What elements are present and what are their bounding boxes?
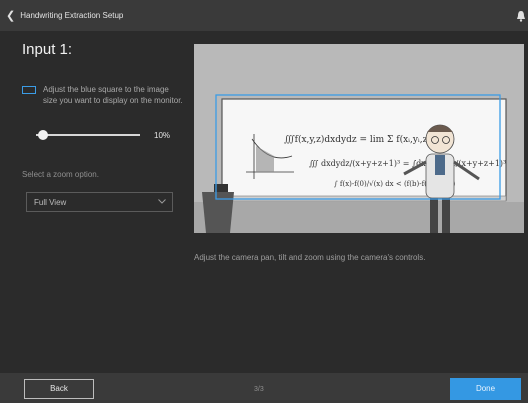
page-indicator: 3/3	[254, 386, 264, 393]
top-bar: ❮ Handwriting Extraction Setup	[0, 0, 528, 31]
back-button[interactable]: Back	[24, 379, 94, 399]
camera-instructions: Adjust the camera pan, tilt and zoom usi…	[194, 253, 426, 262]
bottom-bar: Back 3/3 Done	[0, 373, 528, 403]
zoom-label: Select a zoom option.	[22, 170, 99, 179]
classroom-illustration: ∭f(x,y,z)dxdydz = lim Σ f(xᵢ,yᵢ,zᵢ)ΔVᵢ ∭…	[194, 44, 524, 233]
slider-value: 10%	[154, 131, 171, 140]
zoom-selected-value: Full View	[34, 198, 67, 207]
window-title: Handwriting Extraction Setup	[20, 11, 124, 20]
size-slider[interactable]	[36, 130, 144, 140]
input-heading: Input 1:	[22, 41, 73, 58]
bell-icon[interactable]	[516, 10, 526, 22]
svg-text:∭f(x,y,z)dxdydz = lim Σ f(xᵢ,y: ∭f(x,y,z)dxdydz = lim Σ f(xᵢ,yᵢ,zᵢ)ΔVᵢ	[284, 134, 448, 145]
svg-text:∭ dxdydz/(x+y+z+1)³ = ∫dx∫dy∫: ∭ dxdydz/(x+y+z+1)³ = ∫dx∫dy∫ dz/(x+y+z+…	[309, 159, 506, 168]
slider-thumb[interactable]	[38, 130, 48, 140]
slider-track	[36, 134, 140, 136]
blue-square-icon	[22, 86, 36, 94]
zoom-select[interactable]: Full View	[26, 192, 173, 212]
camera-preview: ∭f(x,y,z)dxdydz = lim Σ f(xᵢ,yᵢ,zᵢ)ΔVᵢ ∭…	[194, 44, 524, 233]
adjust-text: Adjust the blue square to the image size…	[43, 85, 183, 105]
done-button[interactable]: Done	[450, 378, 521, 400]
back-chevron-icon[interactable]: ❮	[6, 9, 15, 22]
chevron-down-icon	[158, 199, 166, 204]
